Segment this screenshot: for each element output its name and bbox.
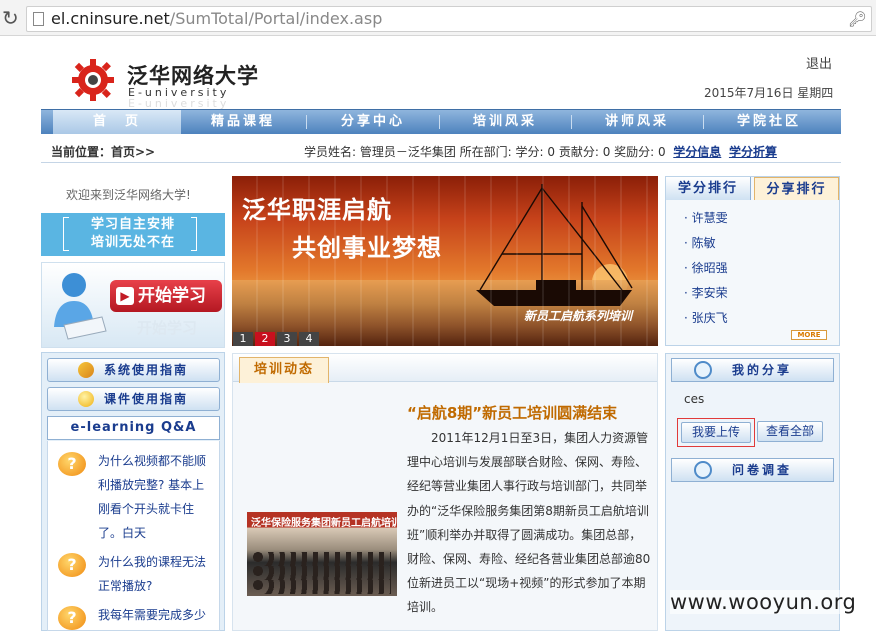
survey-title: 问卷调查 xyxy=(732,463,793,477)
credit-convert-link[interactable]: 学分折算 xyxy=(729,145,777,159)
news-header: 培训动态 xyxy=(233,354,657,383)
nav-divider xyxy=(571,115,572,129)
bracket-right xyxy=(191,217,197,251)
qa-item[interactable]: ? 为什么视频都不能顺利播放完整? 基本上刚看个开头就卡住了。白天 xyxy=(48,449,221,540)
upload-button-highlight: 我要上传 xyxy=(677,418,755,447)
pager-page-4[interactable]: 4 xyxy=(299,332,319,346)
ranking-item[interactable]: · 李安荣 xyxy=(684,284,728,309)
question-icon: ? xyxy=(58,452,86,476)
nav-item-training[interactable]: 培训风采 xyxy=(443,110,567,134)
watermark: www.wooyun.org xyxy=(670,590,857,614)
ranking-tabs: 学分排行 分享排行 xyxy=(666,177,841,200)
ranking-panel: 学分排行 分享排行 · 许慧雯 · 陈敏 · 徐昭强 · 李安荣 · 张庆飞 M… xyxy=(665,176,840,346)
help-panel: 系统使用指南 课件使用指南 e-learning Q&A ? 为什么视频都不能顺… xyxy=(41,352,225,631)
courseware-guide-button[interactable]: 课件使用指南 xyxy=(47,387,220,411)
banner-caption: 新员工启航系列培训 xyxy=(524,309,633,323)
address-bar[interactable]: el.cninsure.net/SumTotal/Portal/index.as… xyxy=(26,6,872,32)
promo-banner[interactable]: 泛华职涯启航 共创事业梦想 新员工启航系列培训 xyxy=(232,176,658,346)
photo-people xyxy=(253,580,391,594)
ranking-item[interactable]: · 许慧雯 xyxy=(684,209,728,234)
qa-question[interactable]: 为什么我的课程无法正常播放? xyxy=(98,550,216,598)
student-icon xyxy=(54,273,107,340)
lightbulb-icon xyxy=(78,391,94,407)
welcome-text: 欢迎来到泛华网络大学! xyxy=(66,188,191,202)
tab-study-ranking[interactable]: 学分排行 xyxy=(666,177,751,200)
banner-title-1: 泛华职涯启航 xyxy=(242,196,392,224)
my-share-header: 我的分享 xyxy=(671,358,834,382)
tab-share-ranking[interactable]: 分享排行 xyxy=(754,177,839,200)
share-icon xyxy=(694,361,712,379)
news-title[interactable]: “启航8期”新员工培训圆满结束 xyxy=(407,402,617,423)
news-body: 2011年12月1日至3日，集团人力资源管理中心培训与发展部联合财险、保网、寿险… xyxy=(407,431,651,615)
reload-icon[interactable]: ↻ xyxy=(2,6,19,30)
logout-link[interactable]: 退出 xyxy=(806,53,832,72)
magnifier-icon xyxy=(694,461,712,479)
nav-item-home[interactable]: 首 页 xyxy=(53,110,181,134)
button-reflection: 开始学习 xyxy=(137,319,198,337)
pager-page-1[interactable]: 1 xyxy=(233,332,253,346)
nav-item-share[interactable]: 分享中心 xyxy=(311,110,435,134)
page-icon xyxy=(33,12,44,26)
qa-item[interactable]: ? 我每年需要完成多少 xyxy=(48,603,221,630)
nav-item-courses[interactable]: 精品课程 xyxy=(183,110,303,134)
qa-item[interactable]: ? 为什么我的课程无法正常播放? xyxy=(48,550,221,598)
browser-toolbar: ↻ el.cninsure.net/SumTotal/Portal/index.… xyxy=(0,0,876,36)
news-photo[interactable]: 泛华保险服务集团新员工启航培训班 xyxy=(247,512,397,596)
tab-training-news[interactable]: 培训动态 xyxy=(239,357,329,383)
qa-question[interactable]: 为什么视频都不能顺利播放完整? 基本上刚看个开头就卡住了。白天 xyxy=(98,449,216,545)
start-learning-button[interactable]: ▶ 开始学习 xyxy=(110,280,222,312)
start-learning-label: 开始学习 xyxy=(138,286,206,306)
nav-item-community[interactable]: 学院社区 xyxy=(707,110,831,134)
current-date: 2015年7月16日 星期四 xyxy=(704,86,834,100)
question-icon: ? xyxy=(58,553,86,577)
ranking-item[interactable]: · 徐昭强 xyxy=(684,259,728,284)
info-bar: 当前位置：首页>> 学员姓名: 管理员－泛华集团 所在部门: 学分: 0 贡献分… xyxy=(41,137,841,163)
view-all-button[interactable]: 查看全部 xyxy=(757,421,823,442)
photo-people xyxy=(253,552,391,566)
ranking-item[interactable]: · 陈敏 xyxy=(684,234,728,259)
nav-divider xyxy=(439,115,440,129)
qa-title: e-learning Q&A xyxy=(47,416,220,440)
url-text[interactable]: el.cninsure.net/SumTotal/Portal/index.as… xyxy=(51,9,382,28)
courseware-guide-label: 课件使用指南 xyxy=(104,392,189,406)
main-nav: 首 页 精品课程 分享中心 培训风采 讲师风采 学院社区 xyxy=(41,109,841,134)
ranking-item[interactable]: · 张庆飞 xyxy=(684,309,728,334)
nav-item-lecturers[interactable]: 讲师风采 xyxy=(575,110,699,134)
banner-pager: 1 2 3 4 xyxy=(233,332,321,346)
bracket-left xyxy=(63,217,69,251)
pager-page-2[interactable]: 2 xyxy=(255,332,275,346)
breadcrumb: 当前位置：首页>> xyxy=(51,145,156,159)
more-button[interactable]: MORE xyxy=(791,330,827,340)
system-guide-label: 系统使用指南 xyxy=(104,363,189,377)
nav-divider xyxy=(703,115,704,129)
key-icon[interactable]: 🔑︎ xyxy=(848,10,867,28)
my-share-title: 我的分享 xyxy=(732,363,793,377)
share-item[interactable]: ces xyxy=(684,392,704,406)
user-stats: 学员姓名: 管理员－泛华集团 所在部门: 学分: 0 贡献分: 0 奖励分: 0 xyxy=(304,145,666,159)
logo-icon xyxy=(72,59,114,101)
question-icon: ? xyxy=(58,606,86,630)
upload-button[interactable]: 我要上传 xyxy=(681,422,751,443)
arrow-right-icon: ▶ xyxy=(116,287,134,305)
user-info: 学员姓名: 管理员－泛华集团 所在部门: 学分: 0 贡献分: 0 奖励分: 0… xyxy=(304,143,777,160)
slogan-banner: 学习自主安排 培训无处不在 xyxy=(41,213,225,256)
photo-people xyxy=(253,566,391,580)
ranking-list: · 许慧雯 · 陈敏 · 徐昭强 · 李安荣 · 张庆飞 xyxy=(684,209,728,334)
survey-header[interactable]: 问卷调查 xyxy=(671,458,834,482)
banner-title-2: 共创事业梦想 xyxy=(292,234,442,262)
pager-page-3[interactable]: 3 xyxy=(277,332,297,346)
qa-question[interactable]: 我每年需要完成多少 xyxy=(98,603,216,627)
qa-list: ? 为什么视频都不能顺利播放完整? 基本上刚看个开头就卡住了。白天 ? 为什么我… xyxy=(47,441,220,631)
system-guide-button[interactable]: 系统使用指南 xyxy=(47,358,220,382)
credits-link[interactable]: 学分信息 xyxy=(673,145,721,159)
photo-banner-text: 泛华保险服务集团新员工启航培训班 xyxy=(251,518,397,529)
nav-divider xyxy=(306,115,307,129)
pencil-icon xyxy=(78,362,94,378)
training-news-panel: 培训动态 “启航8期”新员工培训圆满结束 2011年12月1日至3日，集团人力资… xyxy=(232,353,658,631)
start-learning-panel: ▶ 开始学习 开始学习 xyxy=(41,262,225,348)
